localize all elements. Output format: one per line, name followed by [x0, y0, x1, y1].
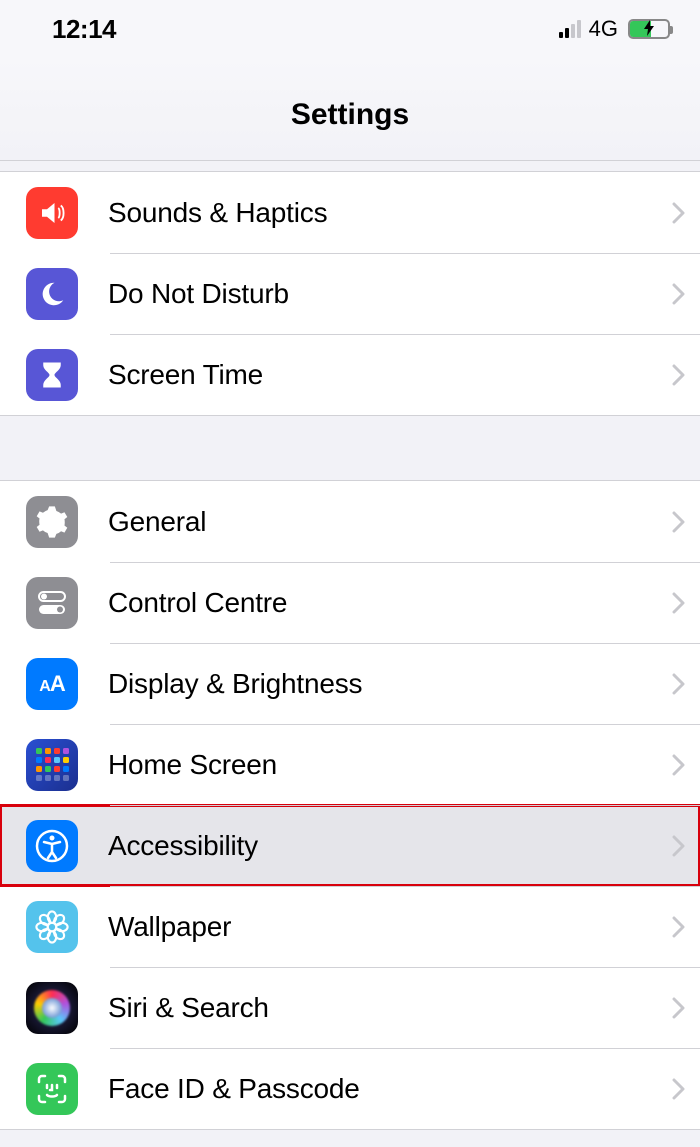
row-label: Home Screen — [108, 749, 672, 781]
row-wallpaper[interactable]: Wallpaper — [0, 886, 700, 967]
hourglass-icon — [26, 349, 78, 401]
chevron-right-icon — [672, 997, 686, 1019]
status-indicators: 4G — [559, 16, 670, 42]
faceid-icon — [26, 1063, 78, 1115]
row-label: Siri & Search — [108, 992, 672, 1024]
chevron-right-icon — [672, 916, 686, 938]
row-label: Wallpaper — [108, 911, 672, 943]
row-label: General — [108, 506, 672, 538]
row-label: Accessibility — [108, 830, 672, 862]
battery-icon — [628, 19, 670, 39]
row-screen-time[interactable]: Screen Time — [0, 334, 700, 415]
row-display-brightness[interactable]: AA Display & Brightness — [0, 643, 700, 724]
row-label: Do Not Disturb — [108, 278, 672, 310]
row-label: Screen Time — [108, 359, 672, 391]
chevron-right-icon — [672, 364, 686, 386]
flower-icon — [26, 901, 78, 953]
status-bar: 12:14 4G — [0, 0, 700, 58]
settings-group: General Control Centre AA Display & Brig… — [0, 480, 700, 1130]
row-home-screen[interactable]: Home Screen — [0, 724, 700, 805]
siri-icon — [26, 982, 78, 1034]
toggles-icon — [26, 577, 78, 629]
row-siri-search[interactable]: Siri & Search — [0, 967, 700, 1048]
row-accessibility[interactable]: Accessibility — [0, 805, 700, 886]
chevron-right-icon — [672, 673, 686, 695]
page-header: Settings — [0, 58, 700, 161]
chevron-right-icon — [672, 283, 686, 305]
row-label: Control Centre — [108, 587, 672, 619]
chevron-right-icon — [672, 202, 686, 224]
row-label: Display & Brightness — [108, 668, 672, 700]
chevron-right-icon — [672, 754, 686, 776]
text-size-icon: AA — [26, 658, 78, 710]
cellular-signal-icon — [559, 20, 581, 38]
accessibility-icon — [26, 820, 78, 872]
speaker-icon — [26, 187, 78, 239]
settings-group: Sounds & Haptics Do Not Disturb Screen T… — [0, 171, 700, 416]
chevron-right-icon — [672, 1078, 686, 1100]
row-faceid-passcode[interactable]: Face ID & Passcode — [0, 1048, 700, 1129]
gear-icon — [26, 496, 78, 548]
chevron-right-icon — [672, 511, 686, 533]
page-title: Settings — [0, 98, 700, 132]
chevron-right-icon — [672, 592, 686, 614]
row-general[interactable]: General — [0, 481, 700, 562]
row-do-not-disturb[interactable]: Do Not Disturb — [0, 253, 700, 334]
row-sounds-haptics[interactable]: Sounds & Haptics — [0, 172, 700, 253]
moon-icon — [26, 268, 78, 320]
status-time: 12:14 — [52, 14, 116, 45]
chevron-right-icon — [672, 835, 686, 857]
charging-bolt-icon — [643, 20, 655, 38]
network-label: 4G — [589, 16, 618, 42]
row-control-centre[interactable]: Control Centre — [0, 562, 700, 643]
row-label: Face ID & Passcode — [108, 1073, 672, 1105]
app-grid-icon — [26, 739, 78, 791]
row-label: Sounds & Haptics — [108, 197, 672, 229]
